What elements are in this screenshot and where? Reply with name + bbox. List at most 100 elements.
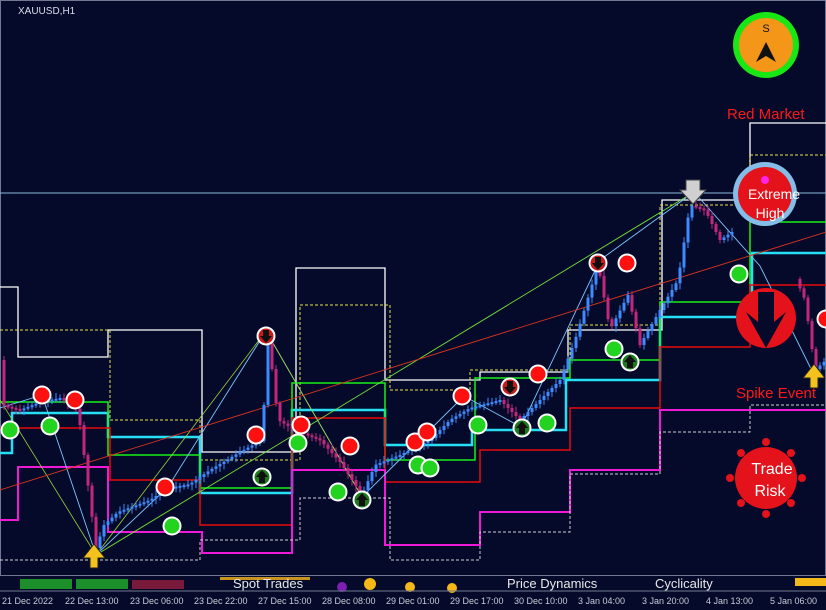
- candle-body: [102, 525, 106, 537]
- buy-signal-marker: [330, 484, 346, 500]
- candle-body: [622, 302, 626, 311]
- candle-body: [674, 283, 678, 290]
- candle-body: [574, 336, 578, 348]
- candle-body: [6, 405, 10, 408]
- time-axis-label: 29 Dec 17:00: [450, 596, 504, 606]
- candle-body: [798, 279, 802, 289]
- candle-body: [142, 502, 146, 505]
- candle-body: [586, 297, 590, 311]
- extreme-line1: Extreme: [748, 186, 800, 202]
- candle-body: [706, 209, 710, 216]
- buy-signal-marker: [164, 518, 180, 534]
- candle-body: [106, 521, 110, 525]
- candle-body: [690, 205, 694, 218]
- candle-body: [570, 348, 574, 359]
- candle-body: [534, 404, 538, 408]
- buy-signal-marker: [42, 418, 58, 434]
- candle-body: [806, 297, 810, 321]
- time-axis-label: 21 Dec 2022: [2, 596, 53, 606]
- candle-body: [694, 205, 698, 208]
- candle-body: [678, 267, 682, 284]
- candle-body: [682, 242, 686, 268]
- candle-body: [442, 426, 446, 430]
- candle-body: [646, 331, 650, 338]
- sell-signal-marker: [419, 424, 435, 440]
- candle-body: [698, 207, 702, 209]
- candle-body: [286, 423, 290, 426]
- candle-body: [446, 422, 450, 426]
- price-dynamics-label: Price Dynamics: [507, 576, 598, 591]
- candle-body: [58, 398, 62, 400]
- candle-body: [538, 400, 542, 404]
- candle-body: [710, 216, 714, 224]
- candle-body: [802, 288, 806, 298]
- candle-body: [510, 408, 514, 412]
- candle-body: [122, 509, 126, 512]
- candle-body: [526, 412, 530, 416]
- time-axis-label: 30 Dec 10:00: [514, 596, 568, 606]
- candle-body: [26, 406, 30, 409]
- candle-body: [146, 500, 150, 503]
- candle-body: [466, 409, 470, 412]
- candle-body: [618, 310, 622, 319]
- candle-body: [110, 517, 114, 522]
- candle-body: [54, 398, 58, 401]
- bottom-panel: Spot Trades Price Dynamics Cyclicality 2…: [0, 576, 826, 610]
- candle-body: [234, 454, 238, 457]
- candle-body: [182, 485, 186, 488]
- time-axis-label: 28 Dec 08:00: [322, 596, 376, 606]
- candle-body: [194, 479, 198, 483]
- candle-body: [322, 440, 326, 445]
- sell-signal-marker: [293, 417, 309, 433]
- symbol-label: XAUUSD,H1: [18, 6, 76, 17]
- candle-body: [470, 407, 474, 410]
- candle-body: [702, 208, 706, 211]
- candle-body: [78, 408, 82, 425]
- candle-body: [10, 406, 14, 409]
- candle-body: [490, 402, 494, 405]
- candle-body: [150, 498, 154, 501]
- candle-body: [474, 406, 478, 409]
- candle-body: [326, 444, 330, 449]
- candle-body: [494, 401, 498, 404]
- candle-body: [626, 295, 630, 303]
- candle-body: [654, 317, 658, 324]
- candle-body: [330, 448, 334, 454]
- time-axis-label: 5 Jan 06:00: [770, 596, 817, 606]
- candle-body: [174, 486, 178, 489]
- trading-chart[interactable]: XAUUSD,H1 S Red Market Extreme High Spik…: [0, 0, 826, 610]
- compass-letter: S: [762, 23, 769, 35]
- candle-body: [614, 318, 618, 327]
- candle-body: [282, 421, 286, 424]
- down-arrow-icon: [736, 288, 796, 348]
- candle-body: [82, 425, 86, 455]
- candle-body: [662, 303, 666, 310]
- sell-signal-marker: [34, 387, 50, 403]
- candle-body: [98, 536, 102, 548]
- sell-signal-marker: [619, 255, 635, 271]
- candle-body: [226, 459, 230, 462]
- candle-body: [634, 311, 638, 329]
- candle-body: [374, 464, 378, 472]
- candle-body: [30, 405, 34, 408]
- candle-body: [34, 403, 38, 406]
- candle-body: [306, 433, 310, 436]
- candle-body: [818, 365, 822, 370]
- candle-body: [350, 474, 354, 480]
- sell-signal-marker: [248, 427, 264, 443]
- spot-trades-label: Spot Trades: [233, 576, 304, 591]
- candle-body: [454, 416, 458, 419]
- candle-body: [382, 461, 386, 464]
- candle-body: [406, 451, 410, 453]
- candle-body: [686, 217, 690, 243]
- candle-body: [190, 482, 194, 485]
- candle-body: [610, 319, 614, 327]
- candle-body: [398, 455, 402, 457]
- candle-body: [238, 452, 242, 455]
- candle-body: [198, 477, 202, 480]
- candle-body: [230, 456, 234, 460]
- candle-body: [582, 310, 586, 324]
- candle-body: [346, 468, 350, 474]
- candle-body: [18, 408, 22, 411]
- candle-body: [482, 404, 486, 407]
